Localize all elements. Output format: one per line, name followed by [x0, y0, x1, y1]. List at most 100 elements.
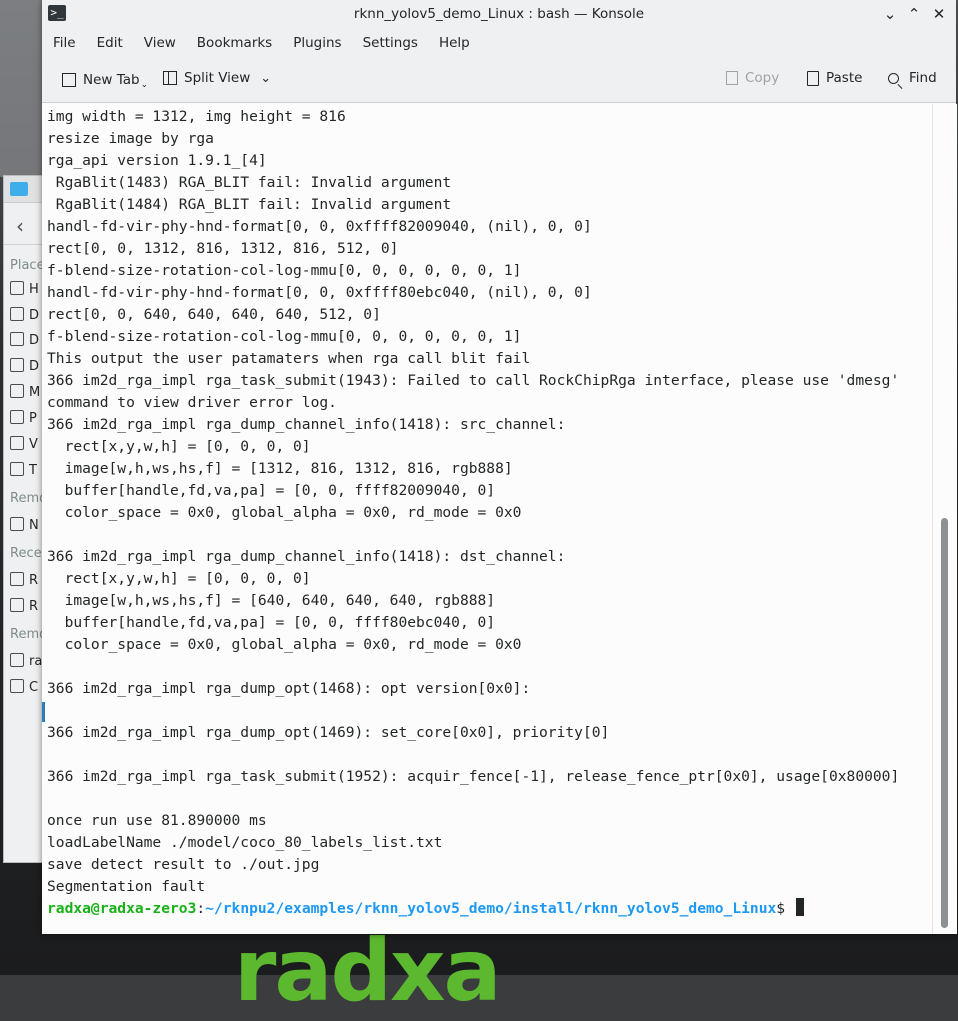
prompt-user-host: radxa@radxa-zero3: [47, 900, 197, 917]
sidebar-label: M: [29, 385, 41, 400]
terminal-line: buffer[handle,fd,va,pa] = [0, 0, ffff820…: [47, 482, 496, 499]
menu-view[interactable]: View: [139, 35, 188, 51]
search-icon: [888, 72, 899, 84]
window-titlebar[interactable]: >_ rknn_yolov5_demo_Linux : bash — Konso…: [42, 0, 956, 28]
window-title: rknn_yolov5_demo_Linux : bash — Konsole: [353, 6, 645, 22]
text-cursor: [795, 898, 804, 916]
terminal-line: loadLabelName ./model/coco_80_labels_lis…: [47, 834, 443, 851]
sidebar-item[interactable]: N: [10, 517, 39, 533]
menu-edit[interactable]: Edit: [92, 35, 135, 51]
terminal-view[interactable]: img width = 1312, img height = 816 resize…: [42, 104, 932, 934]
menu-bookmarks[interactable]: Bookmarks: [192, 35, 284, 51]
scroll-marker: [42, 702, 45, 722]
sidebar-item[interactable]: T: [10, 462, 37, 478]
downloads-icon: [10, 358, 24, 372]
maximize-icon[interactable]: ⌃: [904, 4, 924, 24]
sidebar-label: N: [29, 518, 39, 533]
menu-bar: File Edit View Bookmarks Plugins Setting…: [42, 28, 956, 58]
terminal-line: 366 im2d_rga_impl rga_task_submit(1952):…: [47, 768, 900, 785]
terminal-line: RgaBlit(1483) RGA_BLIT fail: Invalid arg…: [47, 174, 452, 191]
terminal-prompt[interactable]: radxa@radxa-zero3:~/rknpu2/examples/rknn…: [47, 898, 899, 920]
terminal-line: buffer[handle,fd,va,pa] = [0, 0, ffff80e…: [47, 614, 496, 631]
sidebar-label: D: [29, 333, 40, 348]
sidebar-label: V: [29, 437, 38, 452]
menu-plugins[interactable]: Plugins: [288, 35, 353, 51]
scrollbar[interactable]: [932, 104, 957, 934]
recent-files-icon: [10, 572, 24, 586]
sidebar-item[interactable]: ra: [10, 653, 42, 669]
copy-button[interactable]: Copy: [726, 70, 779, 86]
sidebar-item[interactable]: R: [10, 598, 38, 614]
new-tab-label: New Tab: [83, 72, 140, 88]
sidebar-item[interactable]: C: [10, 679, 38, 695]
sidebar-item[interactable]: V: [10, 436, 38, 452]
sidebar-item[interactable]: D: [10, 332, 39, 348]
terminal-line: 366 im2d_rga_impl rga_task_submit(1943):…: [47, 372, 900, 389]
sidebar-label: P: [29, 411, 37, 426]
terminal-line: handl-fd-vir-phy-hnd-format[0, 0, 0xffff…: [47, 218, 592, 235]
close-icon[interactable]: ✕: [929, 4, 949, 24]
sidebar-label: R: [29, 599, 39, 614]
terminal-line: rect[0, 0, 1312, 816, 1312, 816, 512, 0]: [47, 240, 399, 257]
folder-icon: [10, 182, 28, 196]
desktop-icon: [10, 307, 24, 321]
sidebar-label: C: [29, 680, 39, 695]
split-view-button[interactable]: Split View ⌄: [163, 70, 271, 86]
paste-label: Paste: [826, 70, 863, 86]
terminal-line: 366 im2d_rga_impl rga_dump_opt(1469): se…: [47, 724, 610, 741]
prompt-separator: :: [196, 900, 206, 917]
dropdown-indicator-icon: ⌄: [140, 80, 149, 90]
terminal-line: rect[x,y,w,h] = [0, 0, 0, 0]: [47, 438, 311, 455]
sidebar-item[interactable]: R: [10, 572, 38, 588]
drive-icon: [10, 653, 24, 667]
radxa-logo: radxa: [234, 921, 502, 1021]
split-view-label: Split View: [184, 70, 251, 86]
recent-locations-icon: [10, 598, 24, 612]
paste-button[interactable]: Paste: [807, 70, 862, 86]
videos-icon: [10, 436, 24, 450]
scrollbar-thumb[interactable]: [941, 518, 948, 928]
terminal-line: image[w,h,ws,hs,f] = [640, 640, 640, 640…: [47, 592, 496, 609]
terminal-line: 366 im2d_rga_impl rga_dump_channel_info(…: [47, 548, 566, 565]
menu-file[interactable]: File: [48, 35, 88, 51]
minimize-icon[interactable]: ⌄: [880, 4, 900, 24]
copy-label: Copy: [745, 70, 780, 86]
back-arrow-icon[interactable]: ‹: [16, 214, 24, 238]
terminal-line: color_space = 0x0, global_alpha = 0x0, r…: [47, 636, 522, 653]
home-icon: [10, 281, 24, 295]
terminal-line: Segmentation fault: [47, 878, 206, 895]
find-button[interactable]: Find: [888, 70, 937, 86]
prompt-symbol: $: [776, 900, 794, 917]
sidebar-label: D: [29, 359, 40, 374]
terminal-line: f-blend-size-rotation-col-log-mmu[0, 0, …: [47, 262, 522, 279]
sidebar-label: T: [29, 463, 37, 478]
sidebar-item[interactable]: M: [10, 384, 40, 400]
sidebar-item[interactable]: D: [10, 307, 39, 323]
terminal-line: This output the user patamaters when rga…: [47, 350, 531, 367]
terminal-line: resize image by rga: [47, 130, 214, 147]
chevron-down-icon[interactable]: ⌄: [260, 71, 271, 86]
terminal-line: 366 im2d_rga_impl rga_dump_channel_info(…: [47, 416, 566, 433]
sidebar-item[interactable]: H: [10, 281, 39, 297]
prompt-path: ~/rknpu2/examples/rknn_yolov5_demo/insta…: [205, 900, 777, 917]
konsole-window[interactable]: >_ rknn_yolov5_demo_Linux : bash — Konso…: [42, 0, 957, 934]
terminal-line: f-blend-size-rotation-col-log-mmu[0, 0, …: [47, 328, 522, 345]
sidebar-item[interactable]: D: [10, 358, 39, 374]
terminal-line: 366 im2d_rga_impl rga_dump_opt(1468): op…: [47, 680, 531, 697]
new-tab-icon: [62, 73, 76, 87]
sidebar-label: D: [29, 308, 40, 323]
sidebar-item[interactable]: P: [10, 410, 37, 426]
terminal-line: RgaBlit(1484) RGA_BLIT fail: Invalid arg…: [47, 196, 452, 213]
trash-icon: [10, 462, 24, 476]
find-label: Find: [909, 70, 937, 86]
new-tab-button[interactable]: New Tab ⌄: [62, 70, 148, 90]
menu-settings[interactable]: Settings: [358, 35, 430, 51]
sidebar-label: H: [29, 282, 39, 297]
split-view-icon: [163, 71, 177, 85]
terminal-line: img width = 1312, img height = 816: [47, 108, 346, 125]
sidebar-label: R: [29, 573, 39, 588]
menu-help[interactable]: Help: [434, 35, 482, 51]
terminal-output: img width = 1312, img height = 816 resize…: [47, 106, 899, 920]
